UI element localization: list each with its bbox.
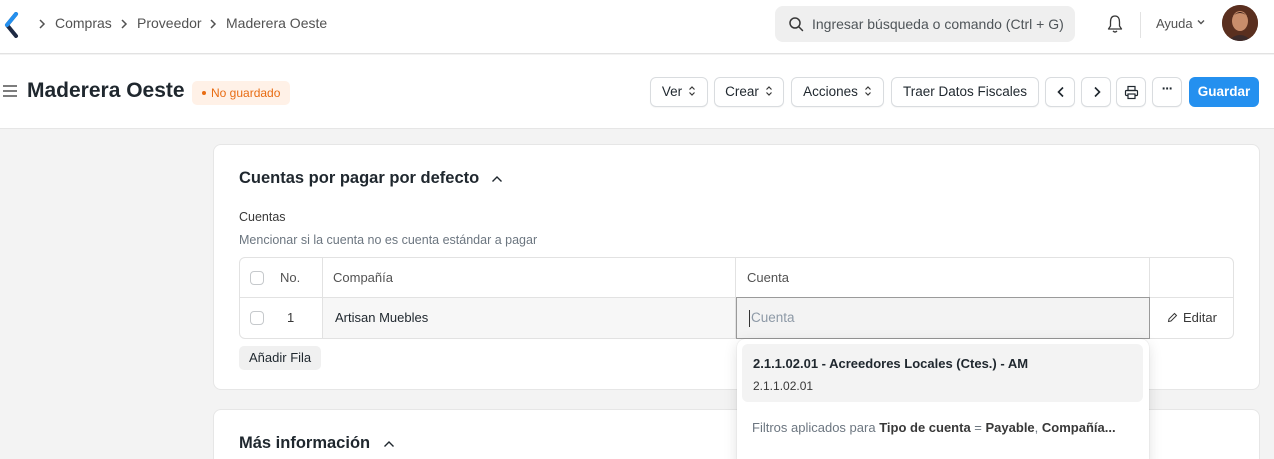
chevron-right-icon — [1094, 86, 1101, 98]
status-badge: No guardado — [192, 81, 291, 105]
notification-bell-icon[interactable] — [1106, 14, 1124, 34]
chevron-left-icon — [1057, 86, 1064, 98]
user-avatar[interactable] — [1222, 5, 1258, 41]
row-company[interactable]: Artisan Muebles — [335, 298, 428, 338]
more-options-button[interactable]: ··· — [1152, 77, 1182, 107]
more-options-icon: ··· — [1161, 81, 1173, 96]
account-input[interactable]: Cuenta — [736, 297, 1150, 339]
pencil-icon — [1167, 312, 1178, 323]
filter-separator: , — [1034, 420, 1042, 435]
header-no: No. — [280, 270, 301, 285]
search-icon — [789, 17, 804, 32]
chevron-up-icon[interactable] — [383, 440, 395, 448]
breadcrumb-proveedor[interactable]: Proveedor — [137, 15, 202, 31]
account-input-placeholder: Cuenta — [751, 310, 795, 325]
filter-field: Tipo de cuenta — [879, 420, 971, 435]
section-title-accounts[interactable]: Cuentas por pagar por defecto — [239, 169, 479, 188]
header-account: Cuenta — [747, 270, 789, 285]
breadcrumb-current[interactable]: Maderera Oeste — [226, 15, 327, 31]
top-navbar: Compras Proveedor Maderera Oeste Ingresa… — [0, 0, 1274, 54]
filter-value: Payable — [985, 420, 1035, 435]
header-company: Compañía — [333, 270, 393, 285]
search-bar[interactable]: Ingresar búsqueda o comando (Ctrl + G) — [775, 6, 1075, 42]
page-title: Maderera Oeste — [27, 79, 185, 102]
actions-button[interactable]: Acciones — [791, 77, 884, 107]
search-placeholder: Ingresar búsqueda o comando (Ctrl + G) — [812, 16, 1064, 32]
create-button-label: Crear — [725, 84, 759, 99]
avatar-photo-icon — [1222, 5, 1258, 41]
save-button[interactable]: Guardar — [1189, 77, 1259, 107]
option-title: 2.1.1.02.01 - Acreedores Locales (Ctes.)… — [753, 356, 1029, 371]
text-caret — [749, 310, 750, 327]
status-dot-icon — [202, 90, 206, 95]
navbar-divider — [1140, 12, 1141, 38]
view-button[interactable]: Ver — [650, 77, 708, 107]
filter-field: Compañía... — [1041, 420, 1116, 435]
edit-row-label: Editar — [1183, 310, 1217, 325]
breadcrumb-chevron-icon — [121, 19, 128, 29]
account-autocomplete-dropdown: 2.1.1.02.01 - Acreedores Locales (Ctes.)… — [737, 339, 1149, 459]
view-button-label: Ver — [661, 84, 683, 99]
create-button[interactable]: Crear — [714, 77, 784, 107]
accounts-table: No. Compañía Cuenta 1 Artisan Muebles Cu… — [239, 257, 1234, 339]
fetch-fiscal-data-button[interactable]: Traer Datos Fiscales — [891, 77, 1039, 107]
applied-filters-note: Filtros aplicados para Tipo de cuenta = … — [752, 420, 1136, 435]
updown-chevron-icon — [864, 86, 871, 97]
updown-chevron-icon — [765, 86, 772, 97]
breadcrumb-compras[interactable]: Compras — [55, 15, 112, 31]
app-logo-icon[interactable] — [4, 12, 20, 38]
previous-record-button[interactable] — [1045, 77, 1075, 107]
row-number: 1 — [287, 310, 295, 325]
field-label-accounts: Cuentas — [239, 210, 286, 224]
help-menu[interactable]: Ayuda — [1156, 16, 1193, 31]
filter-prefix: Filtros aplicados para — [752, 420, 876, 435]
row-checkbox[interactable] — [250, 311, 264, 325]
select-all-checkbox[interactable] — [250, 271, 264, 285]
chevron-up-icon[interactable] — [491, 175, 503, 183]
field-description: Mencionar si la cuenta no es cuenta está… — [239, 233, 538, 247]
table-header: No. Compañía Cuenta — [240, 258, 1233, 298]
add-row-button[interactable]: Añadir Fila — [239, 346, 322, 370]
breadcrumb-chevron-icon — [39, 19, 46, 29]
filter-equals: = — [970, 420, 986, 435]
section-title-more-info[interactable]: Más información — [239, 434, 370, 453]
print-button[interactable] — [1116, 77, 1146, 107]
breadcrumb-chevron-icon — [210, 19, 217, 29]
option-subtitle: 2.1.1.02.01 — [753, 379, 814, 393]
next-record-button[interactable] — [1081, 77, 1111, 107]
printer-icon — [1124, 85, 1139, 100]
actions-button-label: Acciones — [803, 84, 858, 99]
fetch-fiscal-data-label: Traer Datos Fiscales — [902, 84, 1028, 99]
chevron-down-icon — [1197, 20, 1205, 25]
status-badge-label: No guardado — [211, 86, 281, 100]
hamburger-menu-icon[interactable] — [3, 85, 17, 97]
page-header: Maderera Oeste No guardado Ver Crear Acc… — [0, 55, 1274, 129]
updown-chevron-icon — [689, 86, 696, 97]
edit-row-button[interactable]: Editar — [1167, 298, 1217, 338]
dropdown-option[interactable]: 2.1.1.02.01 - Acreedores Locales (Ctes.)… — [742, 344, 1143, 402]
